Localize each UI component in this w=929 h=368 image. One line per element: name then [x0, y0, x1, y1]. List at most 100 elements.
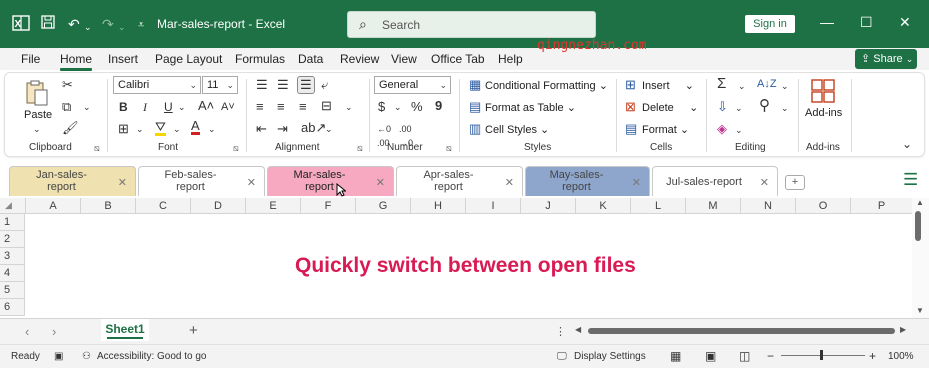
- clipboard-launcher-icon[interactable]: ⧅: [94, 143, 100, 154]
- column-header[interactable]: E: [245, 198, 300, 214]
- close-tab-icon[interactable]: ✕: [376, 176, 385, 189]
- column-header[interactable]: K: [575, 198, 630, 214]
- row-header[interactable]: 3: [0, 248, 25, 265]
- undo-dropdown-icon[interactable]: ⌄: [84, 18, 92, 36]
- paste-icon[interactable]: [25, 79, 49, 113]
- close-tab-icon[interactable]: ✕: [505, 176, 514, 189]
- column-header[interactable]: F: [300, 198, 355, 214]
- merge-dropdown-icon[interactable]: ⌄: [345, 100, 353, 114]
- alignment-launcher-icon[interactable]: ⧅: [357, 143, 363, 154]
- add-ins-button[interactable]: Add-ins: [805, 107, 842, 119]
- tab-menu-icon[interactable]: ☰: [903, 170, 918, 190]
- tab-page-layout[interactable]: Page Layout: [155, 52, 222, 66]
- row-header[interactable]: 5: [0, 282, 25, 299]
- orientation-icon[interactable]: ab↗: [301, 121, 326, 135]
- currency-dropdown-icon[interactable]: ⌄: [394, 100, 402, 114]
- tab-formulas[interactable]: Formulas: [235, 52, 285, 66]
- page-break-view-icon[interactable]: ◫: [739, 349, 750, 363]
- comma-style-icon[interactable]: 9: [435, 99, 442, 113]
- column-header[interactable]: A: [25, 198, 80, 214]
- document-tab-apr[interactable]: Apr-sales-report ✕: [396, 166, 523, 196]
- tab-home[interactable]: Home: [60, 52, 93, 71]
- close-tab-icon[interactable]: ✕: [632, 176, 641, 189]
- underline-dropdown-icon[interactable]: ⌄: [178, 100, 186, 114]
- italic-icon[interactable]: I: [143, 100, 147, 114]
- next-sheet-icon[interactable]: ›: [52, 324, 56, 339]
- orientation-dropdown-icon[interactable]: ⌄: [325, 122, 333, 136]
- column-header[interactable]: H: [410, 198, 465, 214]
- align-left-icon[interactable]: ≡: [256, 100, 264, 114]
- fill-color-icon[interactable]: ⛛: [155, 120, 166, 136]
- decrease-font-icon[interactable]: A˅: [221, 100, 235, 114]
- document-tab-feb[interactable]: Feb-sales-report ✕: [138, 166, 265, 196]
- document-tab-may[interactable]: May-sales-report ✕: [525, 166, 650, 196]
- tab-view[interactable]: View: [391, 52, 417, 66]
- autosum-dropdown-icon[interactable]: ⌄: [738, 79, 746, 93]
- increase-indent-icon[interactable]: ⇥: [277, 122, 288, 136]
- copy-dropdown-icon[interactable]: ⌄: [83, 100, 91, 114]
- tab-help[interactable]: Help: [498, 52, 523, 66]
- clear-icon[interactable]: ◈: [717, 122, 727, 136]
- column-header[interactable]: G: [355, 198, 410, 214]
- close-icon[interactable]: ✕: [899, 14, 911, 31]
- find-select-icon[interactable]: ⚲: [759, 98, 770, 113]
- column-header[interactable]: I: [465, 198, 520, 214]
- borders-icon[interactable]: ⊞: [118, 122, 129, 136]
- maximize-icon[interactable]: ☐: [860, 14, 873, 31]
- sort-filter-icon[interactable]: A↓Z: [757, 77, 777, 91]
- decrease-indent-icon[interactable]: ⇤: [256, 122, 267, 136]
- document-tab-jan[interactable]: Jan-sales-report ✕: [9, 166, 136, 196]
- column-header[interactable]: L: [630, 198, 685, 214]
- align-bottom-icon[interactable]: ☰: [297, 76, 315, 94]
- new-tab-button[interactable]: +: [785, 175, 805, 190]
- font-launcher-icon[interactable]: ⧅: [233, 143, 239, 154]
- scroll-right-icon[interactable]: ▶: [900, 325, 906, 334]
- font-color-icon[interactable]: A: [191, 119, 200, 135]
- accessibility-status[interactable]: Accessibility: Good to go: [97, 351, 207, 362]
- document-tab-jul[interactable]: Jul-sales-report ✕: [652, 166, 778, 196]
- delete-cells-button[interactable]: Delete ⌄: [642, 101, 698, 114]
- align-top-icon[interactable]: ☰: [256, 78, 268, 92]
- scroll-up-icon[interactable]: ▲: [916, 198, 924, 207]
- close-tab-icon[interactable]: ✕: [247, 176, 256, 189]
- minimize-icon[interactable]: —: [820, 14, 834, 30]
- customize-qat-icon[interactable]: ⩡: [138, 16, 144, 34]
- column-header[interactable]: O: [795, 198, 850, 214]
- insert-cells-button[interactable]: Insert ⌄: [642, 79, 694, 92]
- vertical-scroll-thumb[interactable]: [915, 211, 921, 241]
- zoom-slider-thumb[interactable]: [820, 350, 823, 360]
- column-header[interactable]: B: [80, 198, 135, 214]
- borders-dropdown-icon[interactable]: ⌄: [136, 122, 144, 136]
- tab-review[interactable]: Review: [340, 52, 379, 66]
- paste-dropdown-icon[interactable]: ⌄: [33, 122, 41, 136]
- find-select-dropdown-icon[interactable]: ⌄: [781, 101, 789, 115]
- wrap-text-icon[interactable]: ⤶: [321, 78, 328, 92]
- sheet-tab-sheet1[interactable]: Sheet1: [101, 319, 149, 341]
- align-center-icon[interactable]: ≡: [277, 100, 285, 114]
- sort-filter-dropdown-icon[interactable]: ⌄: [781, 79, 789, 93]
- select-all-icon[interactable]: ◢: [5, 200, 12, 211]
- column-header[interactable]: C: [135, 198, 190, 214]
- conditional-formatting-button[interactable]: Conditional Formatting ⌄: [485, 79, 608, 92]
- increase-font-icon[interactable]: A˄: [198, 99, 214, 113]
- font-size-dropdown[interactable]: 11 ⌄: [202, 76, 238, 94]
- macro-record-icon[interactable]: ▣: [54, 351, 63, 362]
- add-ins-icon[interactable]: [811, 79, 835, 106]
- column-header[interactable]: J: [520, 198, 575, 214]
- number-format-dropdown[interactable]: General ⌄: [374, 76, 451, 94]
- zoom-in-icon[interactable]: +: [869, 349, 876, 363]
- align-middle-icon[interactable]: ☰: [277, 78, 289, 92]
- zoom-slider[interactable]: [781, 355, 865, 356]
- prev-sheet-icon[interactable]: ‹: [25, 324, 29, 339]
- number-launcher-icon[interactable]: ⧅: [446, 143, 452, 154]
- more-options-icon[interactable]: ⋮: [555, 325, 566, 338]
- fill-color-dropdown-icon[interactable]: ⌄: [173, 122, 181, 136]
- tab-file[interactable]: File: [21, 52, 40, 66]
- scroll-down-icon[interactable]: ▼: [916, 306, 924, 315]
- zoom-level[interactable]: 100%: [888, 351, 914, 362]
- bold-icon[interactable]: B: [119, 100, 128, 114]
- normal-view-icon[interactable]: ▦: [670, 349, 681, 363]
- row-header[interactable]: 6: [0, 299, 25, 316]
- row-header[interactable]: 4: [0, 265, 25, 282]
- zoom-out-icon[interactable]: −: [767, 349, 774, 363]
